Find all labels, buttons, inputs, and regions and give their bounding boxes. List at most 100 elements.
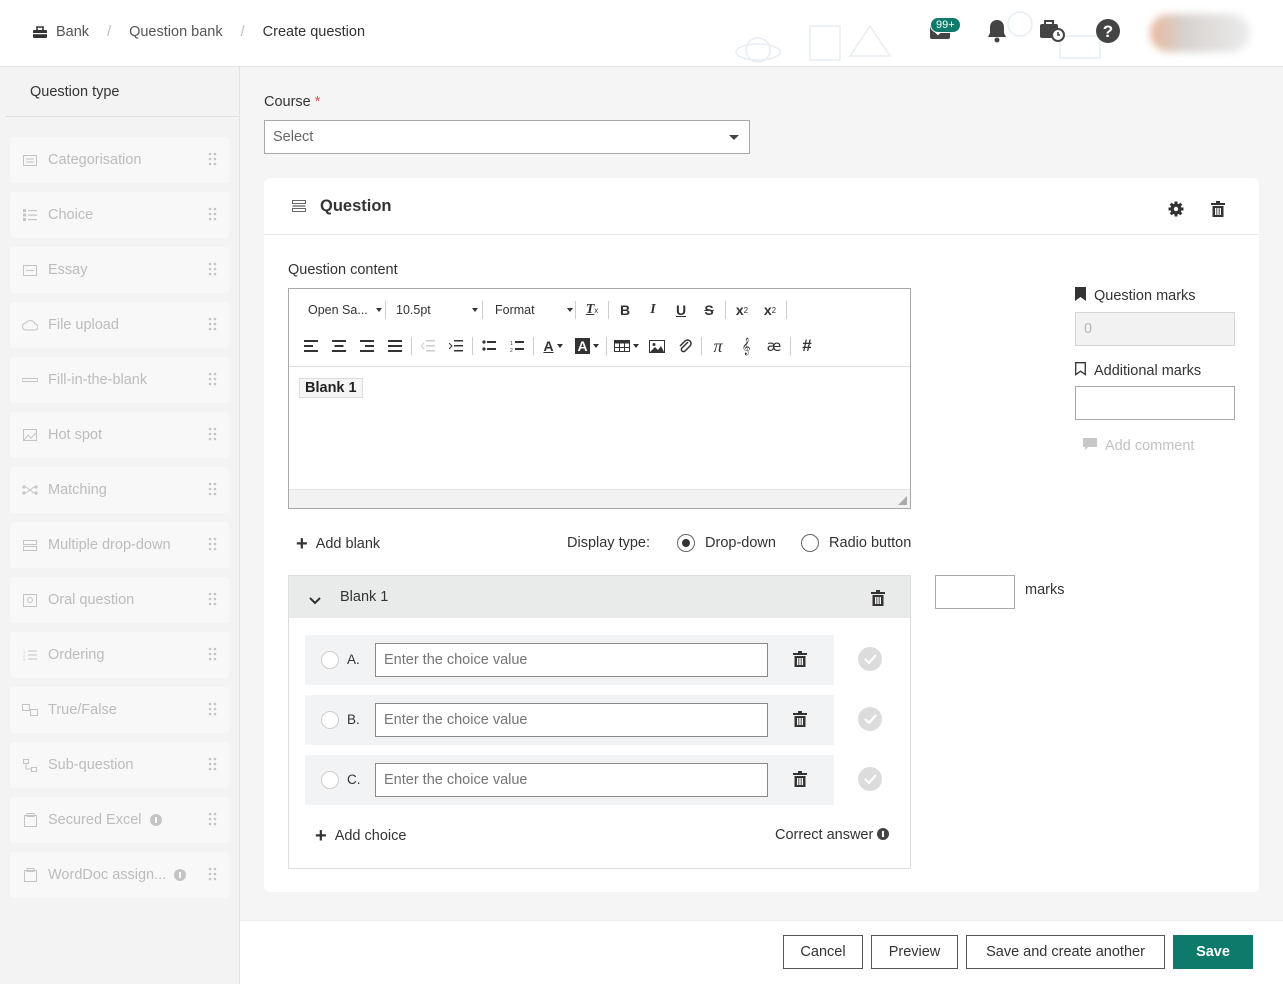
music-note-icon[interactable]: 𝄞 — [732, 334, 760, 358]
underline-icon[interactable]: U — [667, 298, 695, 322]
user-avatar[interactable] — [1150, 14, 1250, 52]
remove-format-icon[interactable]: Tx — [578, 298, 606, 322]
drag-handle-icon[interactable] — [208, 867, 217, 885]
sidebar-item-worddoc-assign[interactable]: WordDoc assign... — [10, 852, 229, 898]
drag-handle-icon[interactable] — [208, 482, 217, 500]
drag-handle-icon[interactable] — [208, 812, 217, 830]
drag-handle-icon[interactable] — [208, 317, 217, 335]
italic-icon[interactable]: I — [639, 298, 667, 322]
add-choice-button[interactable]: + Add choice — [315, 825, 406, 848]
cancel-button[interactable]: Cancel — [783, 935, 863, 969]
drag-handle-icon[interactable] — [208, 427, 217, 445]
align-right-icon[interactable] — [353, 334, 381, 358]
background-color-icon[interactable]: A — [570, 334, 604, 358]
numbered-list-icon[interactable]: 12 — [503, 334, 531, 358]
text-color-icon[interactable]: A — [536, 334, 570, 358]
correct-answer-check-icon[interactable] — [858, 707, 882, 731]
course-select[interactable]: Select — [264, 120, 750, 154]
sidebar-item-multiple-drop-down[interactable]: Multiple drop-down — [10, 522, 229, 568]
blank-chip[interactable]: Blank 1 — [299, 378, 363, 398]
drag-handle-icon[interactable] — [208, 152, 217, 170]
superscript-icon[interactable]: x2 — [756, 298, 784, 322]
trash-icon[interactable] — [793, 711, 807, 730]
preview-button[interactable]: Preview — [871, 935, 958, 969]
correct-answer-check-icon[interactable] — [858, 647, 882, 671]
math-pi-icon[interactable]: π — [704, 334, 732, 358]
info-icon[interactable] — [877, 828, 890, 840]
trash-icon[interactable] — [793, 771, 807, 790]
gear-icon[interactable] — [1168, 201, 1184, 220]
drag-handle-icon[interactable] — [208, 372, 217, 390]
choice-radio[interactable] — [321, 711, 339, 729]
correct-answer-check-icon[interactable] — [858, 767, 882, 791]
bell-icon[interactable] — [985, 18, 1009, 47]
strikethrough-icon[interactable]: S — [695, 298, 723, 322]
info-icon[interactable] — [174, 869, 187, 881]
sidebar-item-hot-spot[interactable]: Hot spot — [10, 412, 229, 458]
display-type-radio-option[interactable]: Radio button — [801, 534, 911, 552]
sidebar-item-secured-excel[interactable]: Secured Excel — [10, 797, 229, 843]
attachment-icon[interactable] — [671, 334, 699, 358]
sidebar-item-essay[interactable]: Essay — [10, 247, 229, 293]
add-blank-button[interactable]: + Add blank — [296, 533, 380, 556]
resize-handle-icon[interactable] — [898, 496, 907, 505]
hash-grid-icon[interactable]: # — [793, 334, 821, 358]
image-icon[interactable] — [643, 334, 671, 358]
font-family-dropdown[interactable]: Open Sa... — [299, 303, 383, 317]
choice-value-input[interactable] — [375, 763, 768, 797]
trash-icon[interactable] — [871, 590, 885, 609]
sidebar-item-choice[interactable]: Choice — [10, 192, 229, 238]
breadcrumb-question-bank[interactable]: Question bank — [129, 24, 223, 40]
choice-radio[interactable] — [321, 771, 339, 789]
drag-handle-icon[interactable] — [208, 702, 217, 720]
drag-handle-icon[interactable] — [208, 537, 217, 555]
drag-handle-icon[interactable] — [208, 207, 217, 225]
save-button[interactable]: Save — [1173, 935, 1253, 969]
bullet-list-icon[interactable] — [475, 334, 503, 358]
font-size-dropdown[interactable]: 10.5pt — [388, 303, 480, 317]
sidebar-item-fill-in-the-blank[interactable]: Fill-in-the-blank — [10, 357, 229, 403]
blank-marks-input[interactable] — [935, 575, 1015, 609]
trash-icon[interactable] — [793, 651, 807, 670]
choice-value-input[interactable] — [375, 643, 768, 677]
help-icon[interactable]: ? — [1095, 18, 1121, 47]
drag-handle-icon[interactable] — [208, 757, 217, 775]
blank-panel-header[interactable]: Blank 1 — [289, 576, 910, 618]
breadcrumb-bank[interactable]: Bank — [56, 24, 89, 40]
sidebar-item-true-false[interactable]: True/False — [10, 687, 229, 733]
additional-marks-input[interactable] — [1075, 386, 1235, 420]
chevron-down-icon[interactable] — [309, 592, 321, 608]
drag-handle-icon[interactable] — [208, 592, 217, 610]
sidebar-item-sub-question[interactable]: Sub-question — [10, 742, 229, 788]
add-comment-button[interactable]: Add comment — [1083, 438, 1194, 455]
choice-value-input[interactable] — [375, 703, 768, 737]
radio-unselected[interactable] — [801, 534, 819, 552]
choice-radio[interactable] — [321, 651, 339, 669]
subscript-icon[interactable]: x2 — [728, 298, 756, 322]
sidebar-item-categorisation[interactable]: Categorisation — [10, 137, 229, 183]
sidebar-item-oral-question[interactable]: Oral question — [10, 577, 229, 623]
align-center-icon[interactable] — [325, 334, 353, 358]
format-dropdown[interactable]: Format — [485, 303, 573, 317]
save-and-create-another-button[interactable]: Save and create another — [966, 935, 1165, 969]
info-icon[interactable] — [149, 814, 162, 826]
align-left-icon[interactable] — [297, 334, 325, 358]
editor-content[interactable]: Blank 1 — [289, 367, 910, 489]
briefcase-clock-icon[interactable] — [1039, 18, 1065, 45]
special-character-icon[interactable]: æ — [760, 334, 788, 358]
radio-selected[interactable] — [677, 534, 695, 552]
sidebar-item-ordering[interactable]: 1 2 3 Ordering — [10, 632, 229, 678]
trash-icon[interactable] — [1211, 201, 1225, 220]
toolbar-separator — [482, 301, 483, 319]
drag-handle-icon[interactable] — [208, 262, 217, 280]
indent-icon[interactable] — [442, 334, 470, 358]
sidebar-item-file-upload[interactable]: File upload — [10, 302, 229, 348]
table-icon[interactable] — [609, 334, 643, 358]
outdent-icon[interactable] — [414, 334, 442, 358]
justify-icon[interactable] — [381, 334, 409, 358]
drag-handle-icon[interactable] — [208, 647, 217, 665]
sidebar-item-matching[interactable]: Matching — [10, 467, 229, 513]
display-type-dropdown-option[interactable]: Drop-down — [677, 534, 776, 552]
rich-text-editor[interactable]: Open Sa... 10.5pt Format Tx B I U S x2 x… — [288, 288, 911, 509]
bold-icon[interactable]: B — [611, 298, 639, 322]
